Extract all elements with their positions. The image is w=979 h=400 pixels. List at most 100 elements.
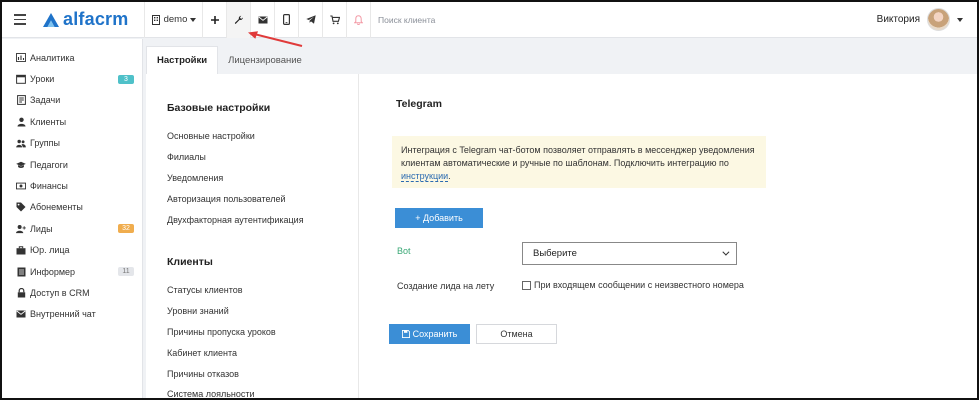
- sidebar-item-informer[interactable]: Информер 11: [2, 261, 142, 282]
- sidebar-item-label: Доступ в CRM: [30, 287, 90, 298]
- sidebar-item-label: Задачи: [30, 95, 61, 106]
- sidebar-item-tasks[interactable]: Задачи: [2, 90, 142, 111]
- settings-link-refusal-reasons[interactable]: Причины отказов: [167, 363, 358, 384]
- telegram-icon: [305, 15, 316, 24]
- settings-link-two-factor[interactable]: Двухфакторная аутентификация: [167, 209, 358, 230]
- plus-icon: [210, 15, 219, 24]
- unknown-number-checkbox[interactable]: [522, 280, 531, 290]
- sidebar-item-label: Финансы: [30, 181, 68, 192]
- notifications-button[interactable]: [346, 2, 370, 38]
- sidebar-item-lessons[interactable]: Уроки 3: [2, 68, 142, 89]
- sidebar-item-subscriptions[interactable]: Абонементы: [2, 197, 142, 218]
- alfa-logo-icon: [43, 12, 59, 27]
- bot-select-value: Выберите: [533, 248, 577, 259]
- phone-icon: [283, 14, 290, 25]
- tab-licensing[interactable]: Лицензирование: [218, 46, 312, 74]
- sidebar-item-clients[interactable]: Клиенты: [2, 111, 142, 132]
- settings-link-branches[interactable]: Филиалы: [167, 147, 358, 168]
- logo-text: alfacrm: [63, 9, 129, 29]
- branch-selector[interactable]: demo: [144, 2, 202, 38]
- settings-link-user-auth[interactable]: Авторизация пользователей: [167, 188, 358, 209]
- unknown-number-checkbox-label: При входящем сообщении с неизвестного но…: [534, 280, 744, 290]
- money-icon: [16, 181, 26, 191]
- client-search-input[interactable]: [378, 14, 678, 25]
- sidebar-item-label: Информер: [30, 266, 76, 277]
- caret-down-icon: [957, 17, 963, 22]
- sidebar-item-label: Педагоги: [30, 159, 68, 170]
- client-search[interactable]: [370, 2, 850, 38]
- bot-select[interactable]: Выберите: [522, 242, 737, 265]
- unknown-number-checkbox-row[interactable]: При входящем сообщении с неизвестного но…: [522, 280, 744, 290]
- group-icon: [16, 138, 26, 148]
- settings-nav: Базовые настройки Основные настройки Фил…: [146, 74, 359, 398]
- informer-count-badge: 11: [118, 267, 134, 277]
- settings-link-absence-reasons[interactable]: Причины пропуска уроков: [167, 322, 358, 343]
- tasks-icon: [16, 95, 26, 106]
- user-plus-icon: [16, 224, 26, 234]
- sidebar-item-label: Внутренний чат: [30, 309, 96, 320]
- sidebar: Аналитика Уроки 3 Задачи Клиенты Группы …: [2, 39, 143, 398]
- add-bot-button[interactable]: + Добавить: [395, 208, 483, 228]
- cancel-button[interactable]: Отмена: [476, 324, 557, 344]
- building-icon: [151, 14, 160, 25]
- sidebar-item-analytics[interactable]: Аналитика: [2, 47, 142, 68]
- chevron-down-icon: [722, 248, 730, 256]
- top-bar: alfacrm demo В: [2, 2, 977, 38]
- app-window: alfacrm demo В: [0, 0, 979, 400]
- mail-button[interactable]: [250, 2, 274, 38]
- info-end: .: [448, 171, 451, 181]
- phone-button[interactable]: [274, 2, 298, 38]
- settings-link-knowledge-levels[interactable]: Уровни знаний: [167, 301, 358, 322]
- lead-creation-label: Создание лида на лету: [397, 281, 495, 291]
- user-icon: [16, 117, 26, 127]
- sidebar-item-groups[interactable]: Группы: [2, 133, 142, 154]
- settings-link-client-cabinet[interactable]: Кабинет клиента: [167, 342, 358, 363]
- cart-button[interactable]: [322, 2, 346, 38]
- tab-settings[interactable]: Настройки: [146, 46, 219, 74]
- calendar-icon: [16, 74, 26, 84]
- sidebar-item-label: Уроки: [30, 74, 55, 85]
- add-button[interactable]: [202, 2, 226, 38]
- save-button[interactable]: Сохранить: [389, 324, 470, 344]
- settings-link-notifications[interactable]: Уведомления: [167, 168, 358, 189]
- settings-link-general[interactable]: Основные настройки: [167, 126, 358, 147]
- menu-toggle-icon[interactable]: [2, 2, 38, 38]
- sidebar-item-label: Абонементы: [30, 202, 83, 213]
- chat-icon: [16, 309, 26, 319]
- clients-settings-title: Клиенты: [167, 255, 213, 268]
- envelope-icon: [258, 16, 267, 23]
- informer-icon: [16, 267, 26, 277]
- lessons-count-badge: 3: [118, 74, 134, 84]
- telegram-button[interactable]: [298, 2, 322, 38]
- bot-label: Bot: [397, 246, 411, 256]
- main-tabs: Настройки Лицензирование: [146, 46, 312, 74]
- save-button-label: Сохранить: [412, 329, 458, 339]
- telegram-info-box: Интеграция с Telegram чат-ботом позволяе…: [392, 136, 766, 188]
- sidebar-item-label: Группы: [30, 138, 60, 149]
- info-text: Интеграция с Telegram чат-ботом позволяе…: [401, 145, 755, 168]
- sidebar-item-label: Клиенты: [30, 116, 67, 127]
- sidebar-item-internal-chat[interactable]: Внутренний чат: [2, 304, 142, 325]
- sidebar-item-leads[interactable]: Лиды 32: [2, 218, 142, 239]
- sidebar-item-teachers[interactable]: Педагоги: [2, 154, 142, 175]
- settings-link-client-statuses[interactable]: Статусы клиентов: [167, 280, 358, 301]
- sidebar-item-finance[interactable]: Финансы: [2, 175, 142, 196]
- settings-wrench-button[interactable]: [226, 2, 250, 38]
- telegram-title: Telegram: [396, 98, 442, 110]
- sidebar-item-legal-entities[interactable]: Юр. лица: [2, 240, 142, 261]
- telegram-settings: Telegram Интеграция с Telegram чат-ботом…: [382, 74, 972, 398]
- avatar: [927, 8, 950, 31]
- wrench-icon: [234, 15, 243, 24]
- tag-icon: [16, 202, 26, 212]
- user-menu[interactable]: Виктория: [877, 8, 977, 31]
- instructions-link[interactable]: инструкции: [401, 171, 449, 182]
- sidebar-item-crm-access[interactable]: Доступ в CRM: [2, 282, 142, 303]
- settings-panel: Базовые настройки Основные настройки Фил…: [146, 74, 977, 398]
- basic-settings-title: Базовые настройки: [167, 102, 271, 114]
- sidebar-item-label: Аналитика: [30, 52, 75, 63]
- bell-icon: [354, 14, 363, 25]
- logo[interactable]: alfacrm: [38, 2, 144, 38]
- analytics-icon: [16, 53, 26, 63]
- settings-link-loyalty[interactable]: Система лояльности: [167, 384, 358, 398]
- floppy-disk-icon: [401, 330, 410, 338]
